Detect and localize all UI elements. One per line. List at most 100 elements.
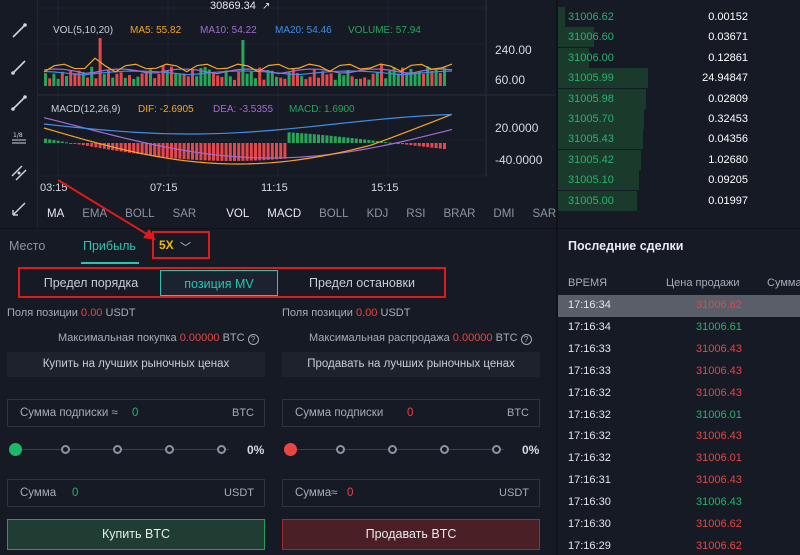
indicator-sar[interactable]: SAR (164, 208, 206, 220)
trade-row[interactable]: 17:16:32 31006.43 (558, 383, 800, 405)
macd-bar (90, 143, 94, 147)
orderbook-price: 31006.00 (568, 51, 614, 64)
fib-icon[interactable]: 1/8 (10, 128, 28, 146)
help-icon[interactable]: ? (520, 334, 532, 345)
macd-bar (350, 138, 354, 143)
slider-step[interactable] (440, 445, 449, 454)
trade-row[interactable]: 17:16:34 31006.61 (558, 317, 800, 339)
macd-bar (228, 143, 232, 161)
indicator-vol[interactable]: VOL (217, 208, 258, 220)
order-type-market[interactable]: позиция MV (160, 270, 278, 296)
trade-row[interactable]: 17:16:30 31006.62 (558, 514, 800, 536)
parallel-icon[interactable] (10, 164, 28, 182)
macd-bar (86, 143, 89, 146)
indicator-boll-sub[interactable]: BOLL (310, 208, 357, 220)
orderbook-row[interactable]: 31005.99 24.94847 (558, 68, 800, 89)
trade-row[interactable]: 17:16:32 31006.01 (558, 405, 800, 427)
indicator-ma[interactable]: MA (38, 208, 73, 220)
slider-step[interactable] (165, 445, 174, 454)
vol-legend-volume: VOLUME: 57.94 (348, 25, 421, 36)
indicator-ema[interactable]: EMA (73, 208, 116, 220)
orderbook-row[interactable]: 31005.10 0.09205 (558, 170, 800, 191)
trade-row[interactable]: 17:16:29 31006.62 (558, 536, 800, 555)
indicator-boll[interactable]: BOLL (116, 208, 163, 220)
orderbook-row[interactable]: 31006.62 0.00152 (558, 7, 800, 27)
volume-bar (161, 66, 165, 86)
slider-step[interactable] (388, 445, 397, 454)
trade-row[interactable]: 17:16:32 31006.01 (558, 448, 800, 470)
line-icon[interactable] (10, 58, 28, 76)
sell-percent-slider[interactable]: 0% (284, 443, 542, 457)
trade-row[interactable]: 17:16:31 31006.43 (558, 470, 800, 492)
orderbook-row[interactable]: 31006.60 0.03671 (558, 27, 800, 48)
indicator-dmi[interactable]: DMI (484, 208, 523, 220)
slider-knob[interactable] (9, 443, 22, 456)
buy-subscription-unit: BTC (232, 407, 254, 419)
help-icon[interactable]: ? (247, 334, 259, 345)
trade-row[interactable]: 17:16:33 31006.43 (558, 361, 800, 383)
segment-icon[interactable] (10, 94, 28, 112)
buy-amount-field[interactable]: Сумма 0 USDT (7, 479, 265, 507)
volume-bar (375, 72, 379, 86)
indicator-rsi[interactable]: RSI (397, 208, 434, 220)
buy-percent-slider[interactable]: 0% (9, 443, 267, 457)
macd-bar (216, 143, 220, 161)
slider-step[interactable] (61, 445, 70, 454)
orderbook-row[interactable]: 31005.98 0.02809 (558, 88, 800, 109)
slider-step[interactable] (492, 445, 501, 454)
trade-row[interactable]: 17:16:30 31006.43 (558, 492, 800, 514)
volume-bar (90, 66, 94, 86)
buy-subscription-value[interactable]: 0 (132, 407, 138, 419)
trade-time: 17:16:32 (568, 452, 611, 465)
slider-knob[interactable] (284, 443, 297, 456)
kline-chart[interactable]: 30869.34 ↗ VOL(5,10,20) MA5: 55.82 MA10:… (38, 0, 556, 200)
tab-margin[interactable]: Прибыль (83, 239, 136, 253)
volume-bar (203, 67, 207, 86)
indicator-brar[interactable]: BRAR (434, 208, 484, 220)
sell-amount-value[interactable]: 0 (347, 487, 353, 499)
volume-bars (44, 38, 446, 86)
indicator-macd[interactable]: MACD (258, 208, 310, 220)
sell-best-price-button[interactable]: Продавать на лучших рыночных ценах (282, 352, 540, 377)
measure-icon[interactable] (10, 200, 28, 218)
macd-bar (388, 142, 392, 144)
volume-bar (86, 77, 89, 86)
sell-amount-field[interactable]: Сумма≈ 0 USDT (282, 479, 540, 507)
sell-subscription-value[interactable]: 0 (407, 407, 413, 419)
volume-bar (321, 71, 325, 86)
trade-row[interactable]: 17:16:34 31006.62 (558, 295, 800, 317)
slider-step[interactable] (217, 445, 226, 454)
pen-icon[interactable] (10, 22, 28, 40)
orderbook-row[interactable]: 31005.43 0.04356 (558, 129, 800, 150)
volume-bar (60, 71, 64, 86)
sell-position-value: 0.00 (356, 307, 378, 319)
slider-step[interactable] (336, 445, 345, 454)
chevron-down-icon[interactable]: ﹀ (180, 239, 191, 255)
orderbook-amount: 0.04356 (708, 133, 748, 146)
orderbook-row[interactable]: 31006.00 0.12861 (558, 47, 800, 68)
indicator-kdj[interactable]: KDJ (358, 208, 398, 220)
volume-bar (191, 69, 194, 86)
orderbook-row[interactable]: 31005.00 0.01997 (558, 190, 800, 211)
trade-row[interactable]: 17:16:32 31006.43 (558, 426, 800, 448)
order-type-limit[interactable]: Предел порядка (22, 270, 160, 296)
buy-btc-button[interactable]: Купить BTC (7, 519, 265, 550)
orderbook-row[interactable]: 31005.70 0.32453 (558, 109, 800, 129)
orderbook-row[interactable]: 31005.42 1.02680 (558, 149, 800, 170)
slider-step[interactable] (113, 445, 122, 454)
volume-bar (65, 76, 68, 86)
leverage-selector[interactable]: 5X (159, 238, 174, 252)
macd-bar (195, 143, 199, 160)
buy-amount-value[interactable]: 0 (72, 487, 78, 499)
macd-bar (312, 134, 316, 143)
buy-best-price-button[interactable]: Купить на лучших рыночных ценах (7, 352, 265, 377)
sell-btc-button[interactable]: Продавать BTC (282, 519, 540, 550)
tab-spot[interactable]: Место (9, 239, 45, 253)
sell-subscription-field[interactable]: Сумма подписки 0 BTC (282, 399, 540, 427)
order-type-stop-limit[interactable]: Предел остановки (282, 270, 442, 296)
sell-max-value: 0.00000 (452, 332, 493, 344)
buy-subscription-field[interactable]: Сумма подписки ≈ 0 BTC (7, 399, 265, 427)
trade-row[interactable]: 17:16:33 31006.43 (558, 339, 800, 361)
volume-bar (413, 72, 417, 86)
macd-bar (317, 134, 320, 143)
